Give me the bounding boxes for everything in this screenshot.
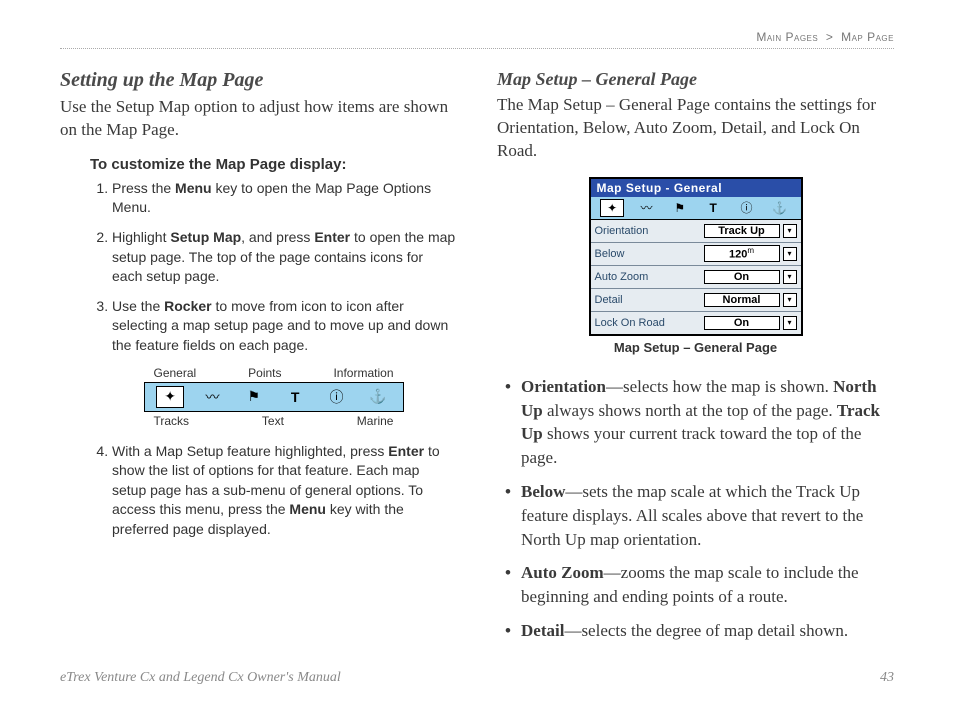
icon-label-text: Text — [262, 414, 284, 428]
tracks-icon: 〰 — [635, 200, 657, 216]
subsection-intro: The Map Setup – General Page contains th… — [497, 94, 894, 163]
page-number: 43 — [880, 670, 894, 686]
row-label: Auto Zoom — [595, 271, 649, 283]
row-label: Lock On Road — [595, 317, 665, 329]
footer: eTrex Venture Cx and Legend Cx Owner's M… — [60, 670, 894, 686]
icon-label-general: General — [154, 366, 197, 380]
row-value: On — [704, 316, 780, 330]
footer-title: eTrex Venture Cx and Legend Cx Owner's M… — [60, 670, 341, 686]
subsection-title: Map Setup – General Page — [497, 69, 894, 90]
device-figure: Map Setup - General ✦ 〰 ⚑ T ⓘ ⚓ Orientat… — [497, 177, 894, 355]
dropdown-icon: ▾ — [783, 247, 797, 261]
row-value: On — [704, 270, 780, 284]
step-1: Press the Menu key to open the Map Page … — [112, 179, 457, 218]
general-icon: ✦ — [600, 199, 624, 217]
row-value: Track Up — [704, 224, 780, 238]
breadcrumb-section: Main Pages — [756, 30, 818, 44]
steps-list-continued: With a Map Setup feature highlighted, pr… — [90, 442, 457, 540]
icon-label-information: Information — [333, 366, 393, 380]
step-2: Highlight Setup Map, and press Enter to … — [112, 228, 457, 287]
row-below: Below 120m▾ — [591, 242, 801, 265]
information-icon: ⓘ — [323, 387, 349, 407]
def-below: Below—sets the map scale at which the Tr… — [501, 480, 894, 551]
information-icon: ⓘ — [735, 200, 757, 216]
breadcrumb-page: Map Page — [841, 30, 894, 44]
right-column: Map Setup – General Page The Map Setup –… — [497, 69, 894, 653]
general-icon: ✦ — [156, 386, 184, 408]
marine-icon: ⚓ — [769, 200, 791, 216]
left-column: Setting up the Map Page Use the Setup Ma… — [60, 69, 457, 653]
dropdown-icon: ▾ — [783, 293, 797, 307]
row-label: Orientation — [595, 225, 649, 237]
def-orientation: Orientation—selects how the map is shown… — [501, 375, 894, 470]
device-screen: Map Setup - General ✦ 〰 ⚑ T ⓘ ⚓ Orientat… — [589, 177, 803, 336]
tracks-icon: 〰 — [199, 387, 225, 407]
row-lockonroad: Lock On Road On▾ — [591, 311, 801, 334]
steps-heading: To customize the Map Page display: — [90, 156, 457, 173]
row-value: Normal — [704, 293, 780, 307]
row-detail: Detail Normal▾ — [591, 288, 801, 311]
text-icon: T — [702, 200, 724, 216]
def-detail: Detail—selects the degree of map detail … — [501, 619, 894, 643]
icon-label-marine: Marine — [357, 414, 394, 428]
definition-list: Orientation—selects how the map is shown… — [497, 375, 894, 643]
icon-diagram: General Points Information ✦ 〰 ⚑ T ⓘ ⚓ T… — [144, 366, 404, 428]
dropdown-icon: ▾ — [783, 270, 797, 284]
steps-list: Press the Menu key to open the Map Page … — [90, 179, 457, 356]
row-label: Detail — [595, 294, 623, 306]
step-3: Use the Rocker to move from icon to icon… — [112, 297, 457, 356]
section-title: Setting up the Map Page — [60, 69, 457, 92]
device-caption: Map Setup – General Page — [497, 340, 894, 355]
points-icon: ⚑ — [669, 200, 691, 216]
icon-label-points: Points — [248, 366, 281, 380]
row-orientation: Orientation Track Up▾ — [591, 220, 801, 242]
marine-icon: ⚓ — [365, 387, 391, 407]
row-value: 120m — [704, 245, 780, 262]
points-icon: ⚑ — [241, 387, 267, 407]
breadcrumb: Main Pages > Map Page — [60, 30, 894, 49]
def-autozoom: Auto Zoom—zooms the map scale to include… — [501, 561, 894, 609]
row-label: Below — [595, 248, 625, 260]
section-intro: Use the Setup Map option to adjust how i… — [60, 96, 457, 142]
row-autozoom: Auto Zoom On▾ — [591, 265, 801, 288]
icon-label-tracks: Tracks — [154, 414, 190, 428]
dropdown-icon: ▾ — [783, 316, 797, 330]
breadcrumb-sep: > — [826, 30, 834, 44]
device-icon-row: ✦ 〰 ⚑ T ⓘ ⚓ — [591, 197, 801, 220]
step-4: With a Map Setup feature highlighted, pr… — [112, 442, 457, 540]
icon-strip: ✦ 〰 ⚑ T ⓘ ⚓ — [144, 382, 404, 412]
dropdown-icon: ▾ — [783, 224, 797, 238]
device-title: Map Setup - General — [591, 179, 801, 197]
text-icon: T — [282, 387, 308, 407]
